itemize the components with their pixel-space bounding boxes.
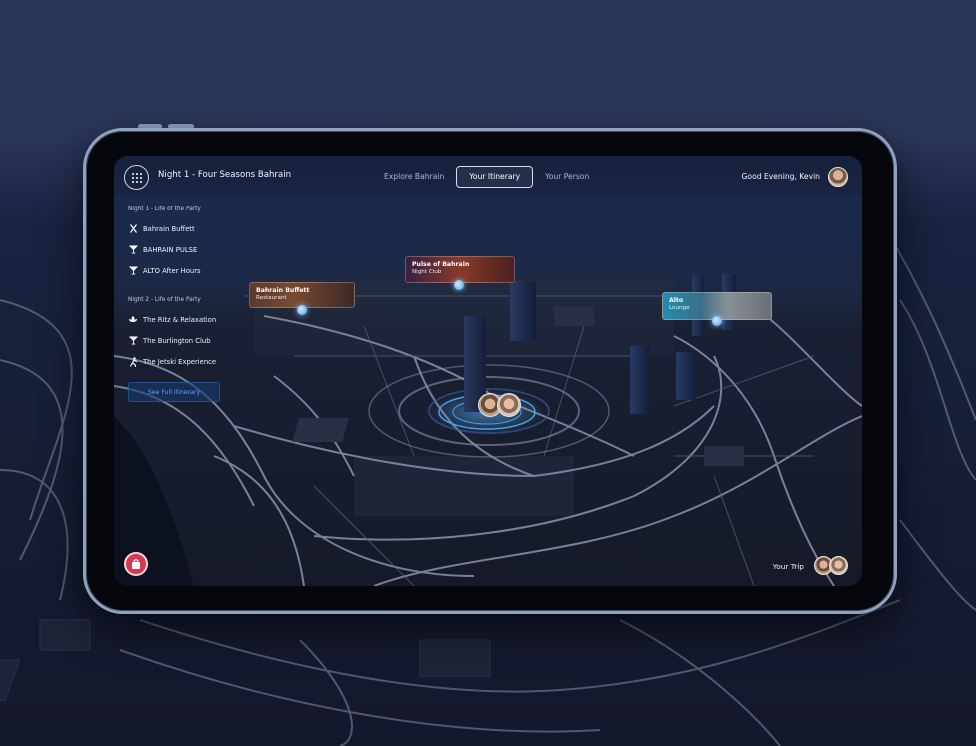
trip-title: Night 1 - Four Seasons Bahrain [158, 170, 292, 180]
itinerary-item-label: Bahrain Buffett [143, 224, 195, 233]
top-bar: Night 1 - Four Seasons Bahrain Explore B… [114, 156, 862, 196]
cocktail-icon [128, 266, 138, 276]
itinerary-item-label: The Jetski Experience [143, 357, 217, 366]
lotus-icon [128, 315, 138, 325]
itinerary-item[interactable]: BAHRAIN PULSE [128, 239, 233, 260]
night-heading: Night 2 - Life of the Party [128, 297, 201, 303]
app-screen: Night 1 - Four Seasons Bahrain Explore B… [114, 156, 862, 586]
pin-title: Bahrain Buffett [256, 287, 310, 294]
tab-your-person[interactable]: Your Person [533, 166, 601, 188]
apps-menu-button[interactable] [124, 165, 149, 190]
user-avatar[interactable] [828, 167, 848, 187]
your-trip-label: Your Trip [772, 562, 804, 571]
traveler-avatar[interactable] [497, 393, 521, 417]
itinerary-item[interactable]: ALTO After Hours [128, 260, 233, 281]
map-pin-card[interactable]: Pulse of Bahrain Night Club [405, 256, 515, 283]
itinerary-item-label: The Ritz & Relaxation [143, 315, 217, 324]
itinerary-item[interactable]: Bahrain Buffett [128, 218, 233, 239]
location-marker-icon[interactable] [454, 280, 464, 290]
itinerary-item[interactable]: The Burlington Club [128, 330, 233, 351]
pin-subtitle: Night Club [412, 269, 442, 275]
nav-tabs: Explore Bahrain Your Itinerary Your Pers… [372, 166, 601, 188]
cocktail-icon [128, 336, 138, 346]
pin-subtitle: Lounge [669, 305, 690, 311]
tab-your-itinerary[interactable]: Your Itinerary [456, 166, 534, 188]
location-marker-icon[interactable] [297, 305, 307, 315]
tab-explore-bahrain[interactable]: Explore Bahrain [372, 166, 456, 188]
itinerary-item[interactable]: The Jetski Experience [128, 351, 233, 372]
pin-title: Pulse of Bahrain [412, 261, 470, 268]
night-heading: Night 1 - Life of the Party [128, 206, 201, 212]
pin-subtitle: Restaurant [256, 295, 287, 301]
greeting-text: Good Evening, Kevin [741, 172, 820, 181]
itinerary-item-label: ALTO After Hours [143, 266, 201, 275]
grid-icon [131, 172, 142, 183]
itinerary-item-label: BAHRAIN PULSE [143, 245, 198, 254]
pin-title: Alto [669, 297, 684, 304]
itinerary-item[interactable]: The Ritz & Relaxation [128, 309, 233, 330]
trip-member-avatar[interactable] [829, 556, 848, 575]
shopping-bag-button[interactable] [124, 552, 148, 576]
shopping-bag-icon [132, 559, 140, 569]
itinerary-item-label: The Burlington Club [143, 336, 211, 345]
see-full-itinerary-button[interactable]: See Full Itinerary [128, 382, 220, 402]
cocktail-icon [128, 245, 138, 255]
fork-knife-icon [128, 224, 138, 234]
person-running-icon [128, 356, 138, 367]
itinerary-sidebar: Night 1 - Life of the Party Bahrain Buff… [128, 206, 233, 402]
location-marker-icon[interactable] [712, 316, 722, 326]
